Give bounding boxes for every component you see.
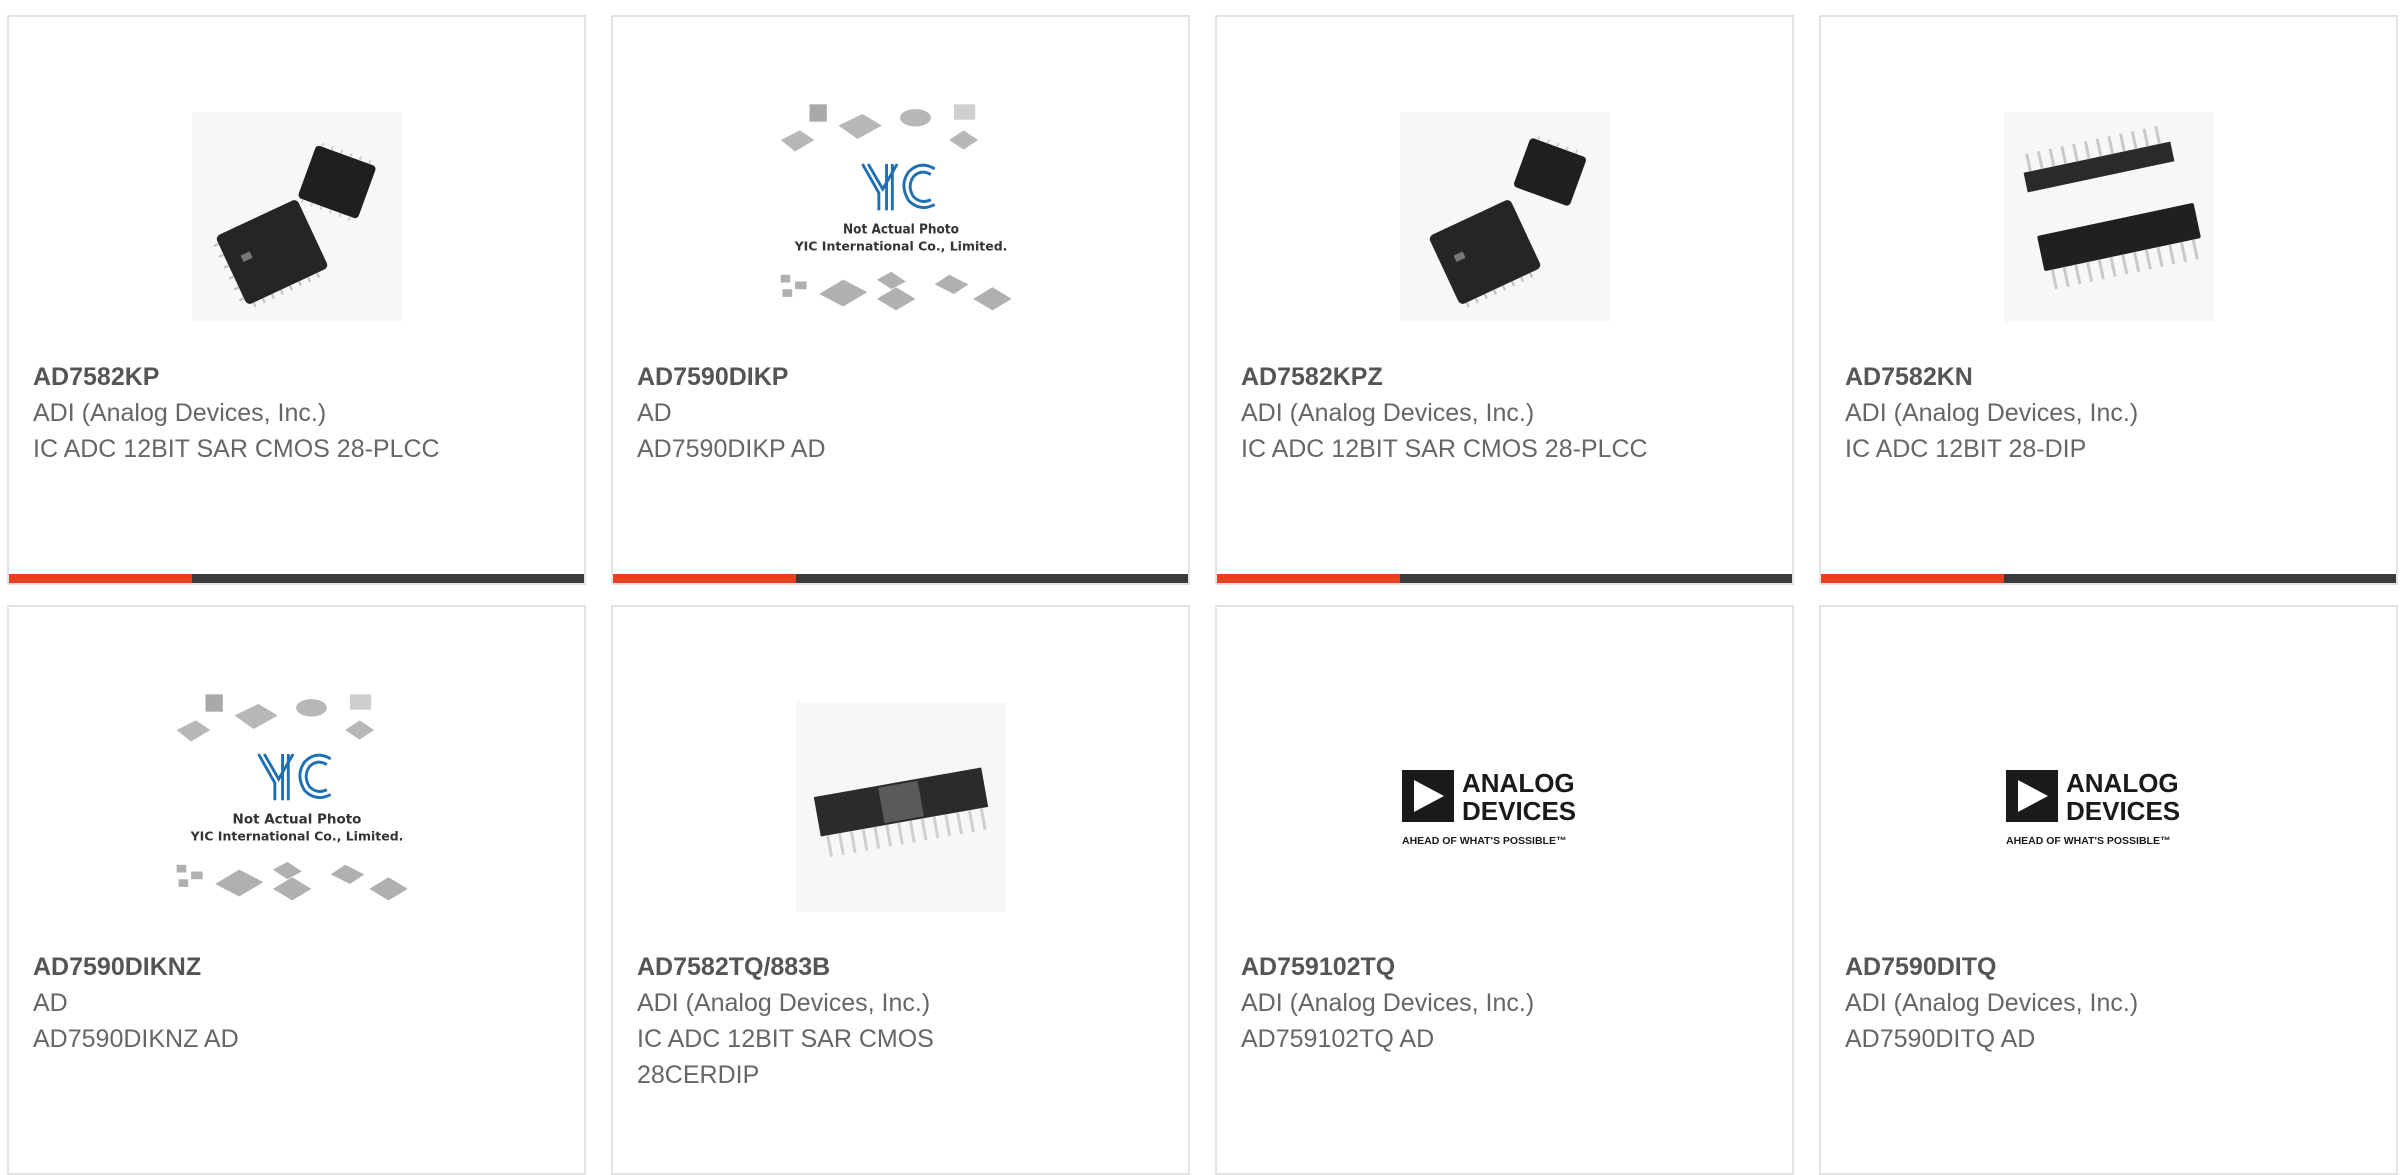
product-card[interactable]: Not Actual Photo YIC International Co., …: [7, 605, 586, 1175]
analog-devices-logo[interactable]: ANALOG DEVICES AHEAD OF WHAT'S POSSIBLE™: [1375, 677, 1635, 937]
manufacturer: ADI (Analog Devices, Inc.): [33, 399, 327, 427]
product-info: AD7590DITQ ADI (Analog Devices, Inc.) AD…: [1845, 950, 2265, 1057]
yic-placeholder-image[interactable]: Not Actual Photo YIC International Co., …: [771, 87, 1031, 347]
product-card[interactable]: AD7582KN ADI (Analog Devices, Inc.) IC A…: [1819, 15, 2398, 585]
product-card[interactable]: ANALOG DEVICES AHEAD OF WHAT'S POSSIBLE™…: [1215, 605, 1794, 1175]
description: IC ADC 12BIT SAR CMOS 28CERDIP: [637, 1025, 934, 1089]
description: AD759102TQ AD: [1241, 1025, 1435, 1053]
manufacturer: ADI (Analog Devices, Inc.): [1241, 989, 1535, 1017]
part-number[interactable]: AD759102TQ: [1241, 950, 1661, 985]
product-grid: AD7582KP ADI (Analog Devices, Inc.) IC A…: [7, 15, 2398, 1175]
part-number[interactable]: AD7582KN: [1845, 360, 2265, 395]
manufacturer: ADI (Analog Devices, Inc.): [1241, 399, 1535, 427]
manufacturer: AD: [33, 989, 68, 1017]
card-accent: [9, 574, 192, 583]
product-info: AD7582TQ/883B ADI (Analog Devices, Inc.)…: [637, 950, 1057, 1093]
part-number[interactable]: AD7590DIKP: [637, 360, 1057, 395]
part-number[interactable]: AD7590DIKNZ: [33, 950, 453, 985]
plcc-chip-image[interactable]: [167, 87, 427, 347]
logo-word-1: ANALOG: [2066, 768, 2179, 798]
description: IC ADC 12BIT SAR CMOS 28-PLCC: [33, 435, 440, 463]
logo-word-1: ANALOG: [1462, 768, 1575, 798]
product-info: AD759102TQ ADI (Analog Devices, Inc.) AD…: [1241, 950, 1661, 1057]
product-card[interactable]: AD7582TQ/883B ADI (Analog Devices, Inc.)…: [611, 605, 1190, 1175]
card-accent: [1217, 574, 1400, 583]
placeholder-caption-2: YIC International Co., Limited.: [189, 829, 403, 844]
card-bottom-bar: [1821, 574, 2396, 583]
product-card[interactable]: ANALOG DEVICES AHEAD OF WHAT'S POSSIBLE™…: [1819, 605, 2398, 1175]
description: IC ADC 12BIT SAR CMOS 28-PLCC: [1241, 435, 1648, 463]
yic-placeholder-image[interactable]: Not Actual Photo YIC International Co., …: [167, 677, 427, 937]
description: IC ADC 12BIT 28-DIP: [1845, 435, 2087, 463]
plcc-chip-image[interactable]: [1375, 87, 1635, 347]
logo-tagline: AHEAD OF WHAT'S POSSIBLE™: [2006, 835, 2170, 847]
manufacturer: ADI (Analog Devices, Inc.): [1845, 399, 2139, 427]
product-card[interactable]: Not Actual Photo YIC International Co., …: [611, 15, 1190, 585]
part-number[interactable]: AD7582KPZ: [1241, 360, 1661, 395]
card-bottom-bar: [613, 574, 1188, 583]
manufacturer: ADI (Analog Devices, Inc.): [1845, 989, 2139, 1017]
manufacturer: ADI (Analog Devices, Inc.): [637, 989, 931, 1017]
cerdip-chip-image[interactable]: [771, 677, 1031, 937]
product-info: AD7590DIKP AD AD7590DIKP AD: [637, 360, 1057, 467]
description: AD7590DIKNZ AD: [33, 1025, 239, 1053]
description: AD7590DITQ AD: [1845, 1025, 2036, 1053]
part-number[interactable]: AD7582KP: [33, 360, 453, 395]
product-card[interactable]: AD7582KPZ ADI (Analog Devices, Inc.) IC …: [1215, 15, 1794, 585]
logo-tagline: AHEAD OF WHAT'S POSSIBLE™: [1402, 835, 1566, 847]
product-card[interactable]: AD7582KP ADI (Analog Devices, Inc.) IC A…: [7, 15, 586, 585]
card-accent: [1821, 574, 2004, 583]
manufacturer: AD: [637, 399, 672, 427]
logo-word-2: DEVICES: [1462, 796, 1576, 826]
placeholder-caption-1: Not Actual Photo: [843, 221, 959, 237]
product-info: AD7590DIKNZ AD AD7590DIKNZ AD: [33, 950, 453, 1057]
logo-word-2: DEVICES: [2066, 796, 2180, 826]
analog-devices-logo[interactable]: ANALOG DEVICES AHEAD OF WHAT'S POSSIBLE™: [1979, 677, 2239, 937]
placeholder-caption-1: Not Actual Photo: [232, 811, 361, 827]
product-info: AD7582KN ADI (Analog Devices, Inc.) IC A…: [1845, 360, 2265, 467]
part-number[interactable]: AD7582TQ/883B: [637, 950, 1057, 985]
placeholder-caption-2: YIC International Co., Limited.: [793, 239, 1007, 254]
description: AD7590DIKP AD: [637, 435, 826, 463]
card-accent: [613, 574, 796, 583]
product-info: AD7582KPZ ADI (Analog Devices, Inc.) IC …: [1241, 360, 1661, 467]
part-number[interactable]: AD7590DITQ: [1845, 950, 2265, 985]
card-bottom-bar: [9, 574, 584, 583]
dip-chip-image[interactable]: [1979, 87, 2239, 347]
card-bottom-bar: [1217, 574, 1792, 583]
product-info: AD7582KP ADI (Analog Devices, Inc.) IC A…: [33, 360, 453, 467]
